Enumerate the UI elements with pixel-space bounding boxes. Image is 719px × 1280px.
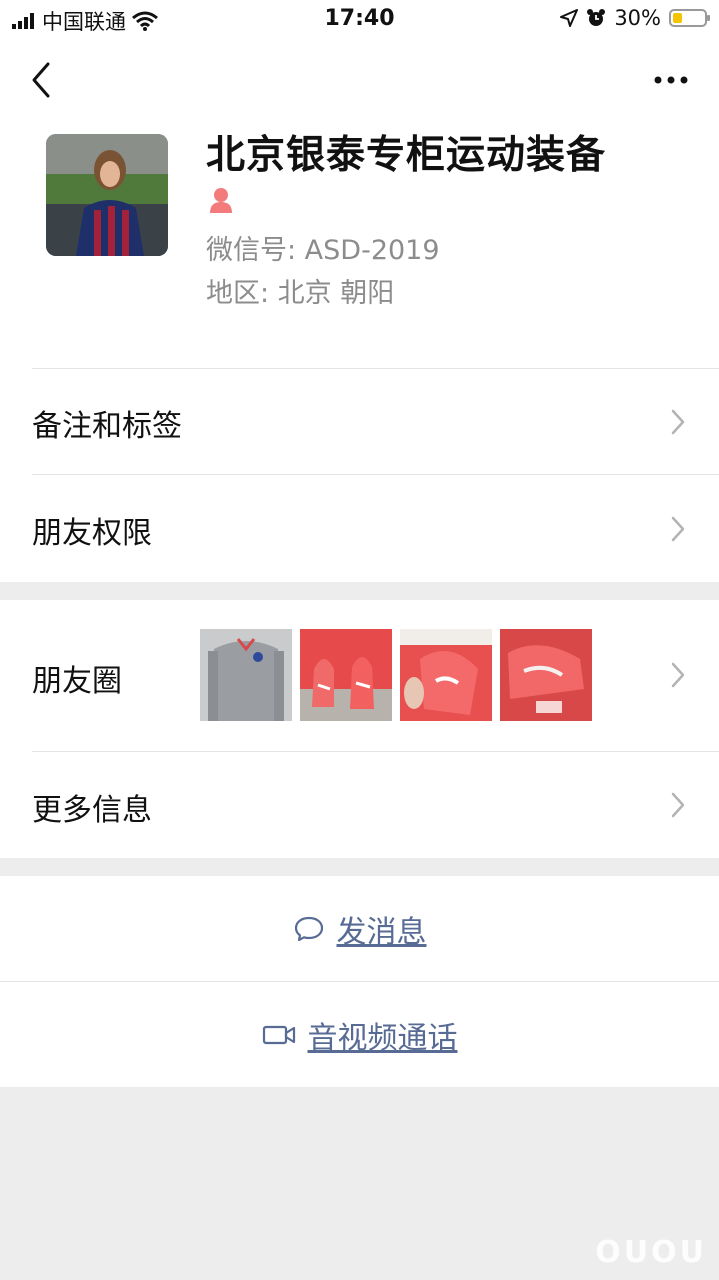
status-bar: 中国联通 17:40 30% [0,0,719,40]
moment-thumbnail[interactable] [200,629,292,721]
alarm-icon [587,9,606,26]
nav-bar [0,50,719,110]
chevron-right-icon [671,516,685,542]
more-info-row[interactable]: 更多信息 [0,752,719,858]
av-call-label: 音视频通话 [307,1020,458,1056]
chevron-right-icon [671,662,685,688]
battery-fill [673,13,682,23]
moments-label: 朋友圈 [32,664,122,699]
region: 地区: 北京 朝阳 [206,278,395,309]
friend-permissions-label: 朋友权限 [32,516,152,551]
remarks-tags-row[interactable]: 备注和标签 [0,369,719,474]
video-camera-icon [262,1025,295,1044]
more-icon[interactable] [651,68,691,92]
profile-header: 中国联通 17:40 30% 北京银泰专柜运动装备 微信号: ASD-2019 … [0,0,719,582]
moments-row[interactable]: 朋友圈 [0,600,719,751]
battery-icon [669,9,710,27]
avatar[interactable] [46,134,168,256]
av-call-button[interactable]: 音视频通话 [0,982,719,1087]
status-right: 30% [560,6,710,30]
moment-thumbnail[interactable] [400,629,492,721]
send-message-button[interactable]: 发消息 [0,876,719,981]
profile-name: 北京银泰专柜运动装备 [206,133,607,178]
chevron-right-icon [671,409,685,435]
send-message-label: 发消息 [336,914,427,950]
moments-thumbnails [200,629,592,721]
back-icon[interactable] [26,60,66,100]
watermark: OUOU [595,1235,707,1270]
battery-percent: 30% [614,6,661,30]
location-arrow-icon [560,9,579,27]
moment-thumbnail[interactable] [300,629,392,721]
wechat-id: 微信号: ASD-2019 [206,235,440,266]
moments-section: 朋友圈 更多信息 [0,600,719,858]
moment-thumbnail[interactable] [500,629,592,721]
more-info-label: 更多信息 [32,793,152,828]
female-user-icon [210,188,232,213]
chat-bubble-icon [294,916,323,941]
chevron-right-icon [671,792,685,818]
friend-permissions-row[interactable]: 朋友权限 [0,475,719,582]
remarks-tags-label: 备注和标签 [32,409,182,444]
